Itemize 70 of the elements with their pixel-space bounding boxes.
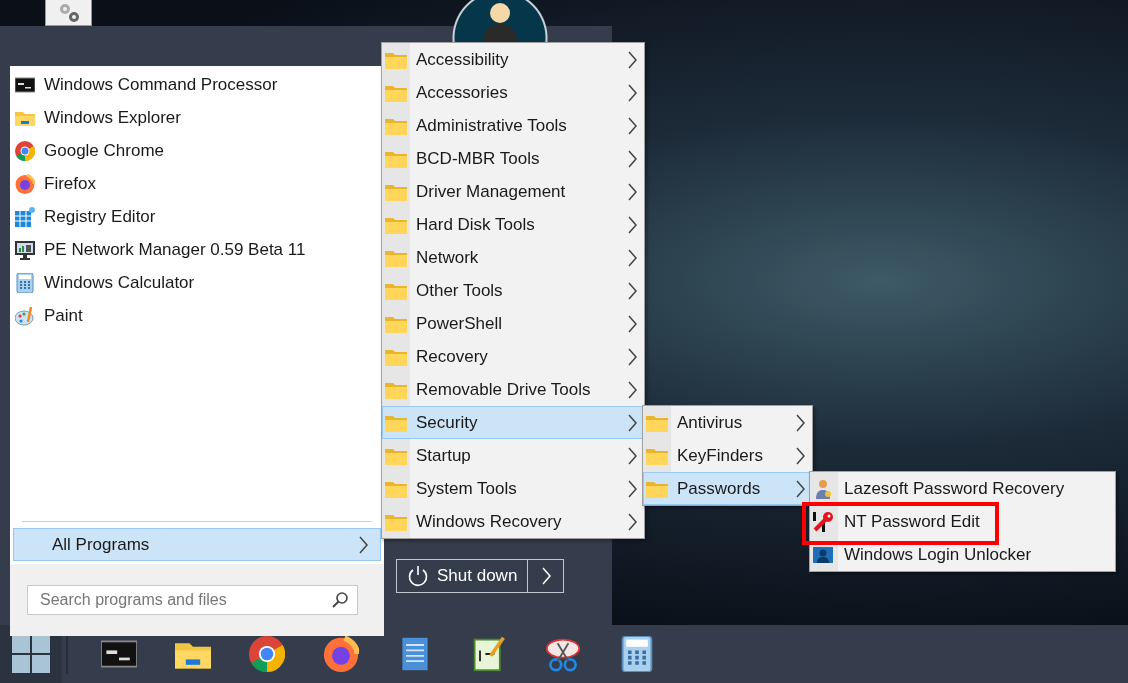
chevron-icon	[627, 314, 637, 333]
menu-item[interactable]: Startup	[382, 439, 644, 472]
chevron-icon	[627, 413, 637, 432]
key-icon	[813, 511, 835, 532]
user-screen-icon	[813, 544, 835, 565]
menu-item[interactable]: Network	[382, 241, 644, 274]
chevron-icon	[627, 248, 637, 267]
program-item[interactable]: Google Chrome	[10, 134, 384, 167]
chevron-icon	[627, 83, 637, 102]
menu-item[interactable]: Other Tools	[382, 274, 644, 307]
menu-item[interactable]: Removable Drive Tools	[382, 373, 644, 406]
chevron-icon	[627, 116, 637, 135]
grid-icon	[15, 206, 35, 227]
menu-item[interactable]: Windows Login Unlocker	[810, 538, 1115, 571]
menu-item[interactable]: Accessories	[382, 76, 644, 109]
chevron-icon	[627, 50, 637, 69]
chevron-icon	[627, 446, 637, 465]
menu-item[interactable]: PowerShell	[382, 307, 644, 340]
program-item[interactable]: Windows Explorer	[10, 101, 384, 134]
program-item[interactable]: Registry Editor	[10, 200, 384, 233]
palette-icon	[15, 305, 35, 326]
search-icon	[331, 591, 349, 609]
menu-item[interactable]: Driver Management	[382, 175, 644, 208]
windows-logo-icon	[12, 635, 50, 673]
calculator-icon	[619, 636, 655, 672]
menu-item[interactable]: System Tools	[382, 472, 644, 505]
chevron-icon	[540, 567, 551, 585]
chevron-icon	[795, 479, 805, 498]
program-item[interactable]: Windows Calculator	[10, 266, 384, 299]
scissors-icon	[545, 636, 581, 672]
chevron-icon	[627, 380, 637, 399]
person-silhouette-icon	[480, 0, 520, 42]
menu-item[interactable]: Security	[382, 406, 644, 439]
search-input[interactable]: Search programs and files	[40, 591, 331, 609]
text-editor-icon	[471, 636, 507, 672]
chrome-icon	[15, 140, 35, 161]
program-item[interactable]: Paint	[10, 299, 384, 332]
console-icon	[15, 74, 35, 95]
chevron-icon	[627, 479, 637, 498]
menu-item[interactable]: Antivirus	[643, 406, 812, 439]
power-icon	[407, 565, 429, 587]
menu-item[interactable]: Windows Recovery	[382, 505, 644, 538]
chevron-icon	[627, 149, 637, 168]
chevron-icon	[627, 347, 637, 366]
monitor-icon	[15, 239, 35, 260]
menu-item[interactable]: Lazesoft Password Recovery	[810, 472, 1115, 505]
menu-item[interactable]: Recovery	[382, 340, 644, 373]
calculator-icon	[15, 272, 35, 293]
chrome-icon	[249, 636, 285, 672]
menu-item[interactable]: Accessibility	[382, 43, 644, 76]
chevron-icon	[795, 446, 805, 465]
chevron-icon	[627, 512, 637, 531]
menu-item[interactable]: KeyFinders	[643, 439, 812, 472]
menu-item[interactable]: Administrative Tools	[382, 109, 644, 142]
all-programs-item[interactable]: All Programs	[13, 528, 381, 561]
chevron-icon	[627, 215, 637, 234]
menu-item[interactable]: Passwords	[643, 472, 812, 505]
user-avatar[interactable]	[452, 0, 548, 42]
settings-button[interactable]	[45, 0, 92, 26]
menu-item[interactable]: Hard Disk Tools	[382, 208, 644, 241]
program-item[interactable]: PE Network Manager 0.59 Beta 11	[10, 233, 384, 266]
chevron-icon	[627, 281, 637, 300]
program-item[interactable]: Windows Command Processor	[10, 68, 384, 101]
program-item[interactable]: Firefox	[10, 167, 384, 200]
chevron-icon	[795, 413, 805, 432]
menu-item[interactable]: BCD-MBR Tools	[382, 142, 644, 175]
search-field[interactable]: Search programs and files	[27, 585, 358, 615]
chevron-icon	[627, 182, 637, 201]
chevron-icon	[358, 535, 368, 554]
firefox-icon	[15, 173, 35, 194]
